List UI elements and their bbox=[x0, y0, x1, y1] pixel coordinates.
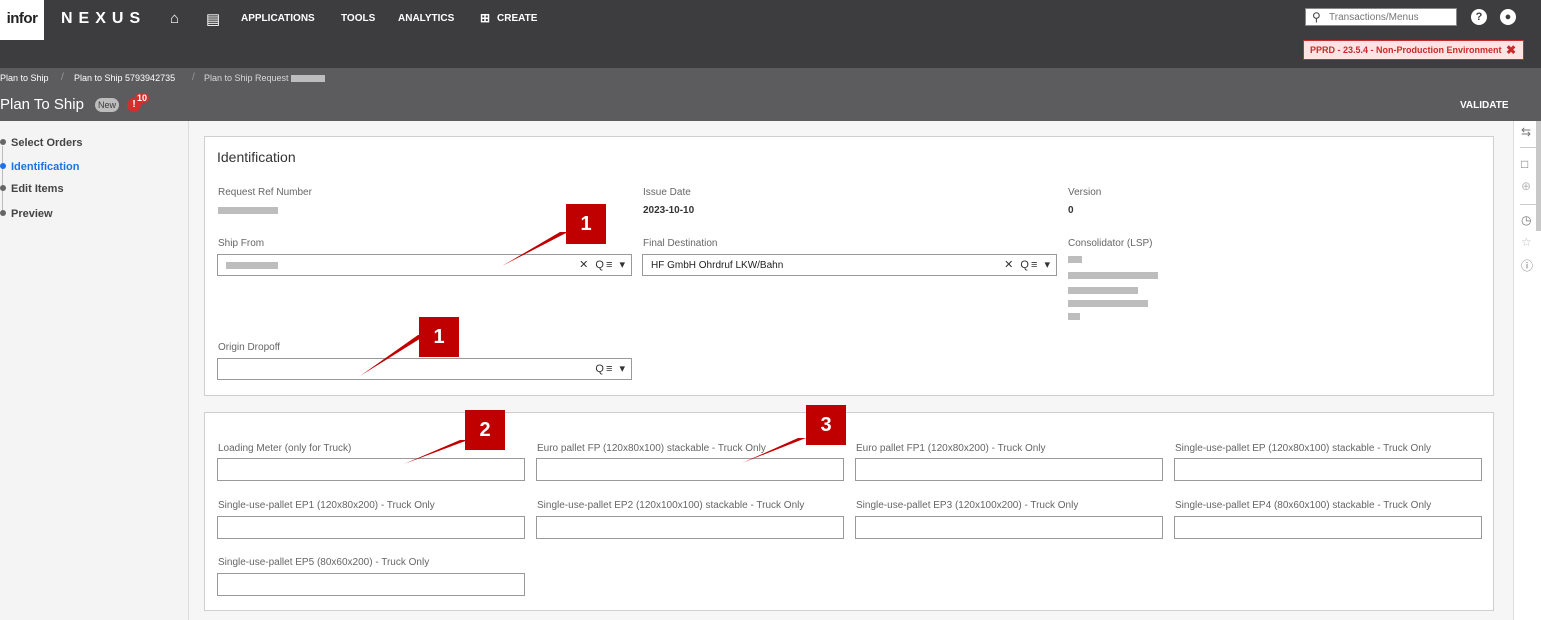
annotation-marker: 1 bbox=[419, 317, 459, 357]
annotation-pointer bbox=[404, 440, 468, 464]
annotation-marker: 2 bbox=[465, 410, 505, 450]
annotation-pointers bbox=[360, 232, 806, 464]
annotation-pointer bbox=[360, 335, 426, 376]
annotation-marker: 3 bbox=[806, 405, 846, 445]
annotation-pointer bbox=[742, 438, 806, 463]
annotation-pointer bbox=[502, 232, 568, 266]
annotation-marker: 1 bbox=[566, 204, 606, 244]
